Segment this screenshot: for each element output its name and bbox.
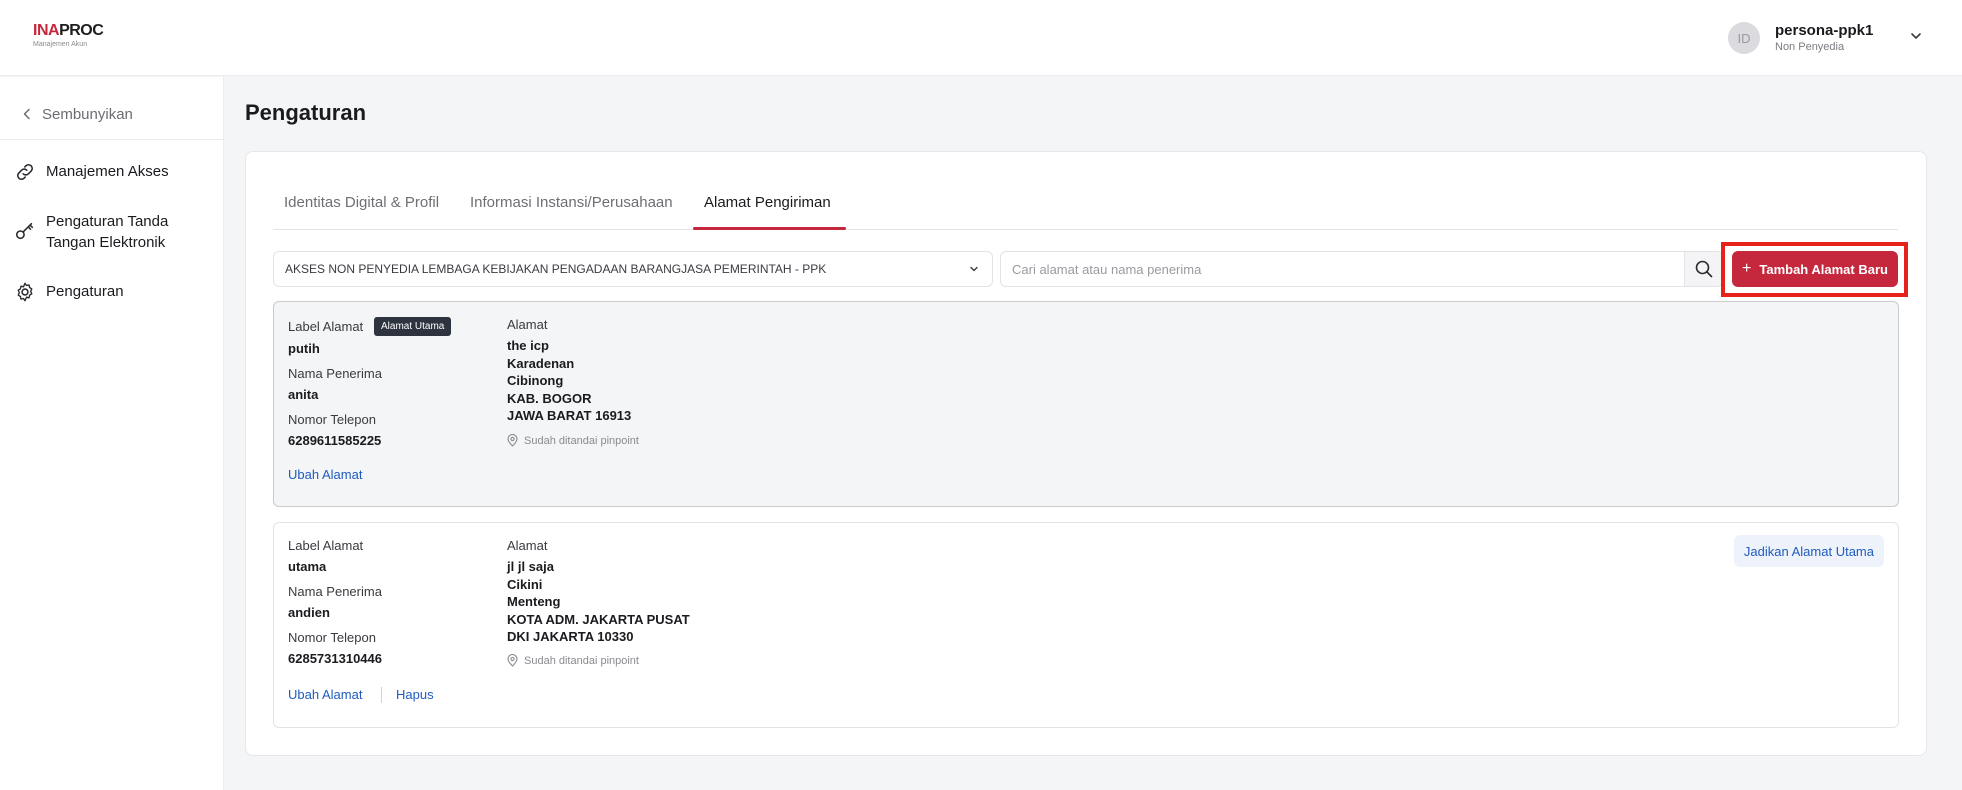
edit-address-link[interactable]: Ubah Alamat [288,467,362,482]
settings-tabs: Identitas Digital & Profil Informasi Ins… [273,190,1898,230]
recipient-value: andien [288,605,330,620]
address-search [1000,251,1723,287]
location-pin-icon [507,434,518,447]
recipient-caption: Nama Penerima [288,584,382,599]
address-line: Cikini [507,576,543,592]
add-address-button[interactable]: + Tambah Alamat Baru [1732,251,1898,287]
address-line: JAWA BARAT 16913 [507,408,632,423]
active-tab-indicator [693,227,846,230]
address-line: the icp [507,338,549,353]
address-line: KOTA ADM. JAKARTA PUSAT [507,611,690,627]
access-select[interactable]: AKSES NON PENYEDIA LEMBAGA KEBIJAKAN PEN… [273,251,993,287]
key-icon [15,222,34,240]
avatar: ID [1728,22,1760,54]
address-line: DKI JAKARTA 10330 [507,629,634,644]
sidebar-hide-label: Sembunyikan [42,105,133,123]
user-name: persona-ppk1 [1775,22,1874,39]
user-menu[interactable]: ID persona-ppk1 Non Penyedia [1728,20,1873,56]
set-primary-address-button[interactable]: Jadikan Alamat Utama [1733,535,1884,567]
sidebar-item-pengaturan[interactable]: Pengaturan [14,281,124,303]
phone-value: 6285731310446 [288,651,382,666]
sidebar: Sembunyikan Manajemen Akses Pengaturan T… [0,77,224,790]
logo-subtitle: Manajemen Akun [33,41,88,48]
plus-icon: + [1742,260,1752,277]
tab-identitas-digital[interactable]: Identitas Digital & Profil [284,190,439,230]
recipient-caption: Nama Penerima [288,366,382,381]
sidebar-item-tanda-tangan[interactable]: Pengaturan Tanda Tangan Elektronik [14,211,194,253]
address-line: Karadenan [507,355,575,371]
logo-text-ina: INA [33,22,60,39]
phone-caption: Nomor Telepon [288,630,376,645]
address-label-value: utama [288,559,327,574]
logo-text-proc: PROC [59,22,104,39]
address-line: Menteng [507,594,561,609]
address-line: Cibinong [507,373,564,388]
sidebar-item-label: Pengaturan Tanda Tangan Elektronik [46,213,169,251]
address-card: Label Alamat utama Nama Penerima andien … [273,522,1899,728]
address-line: jl jl saja [507,559,554,574]
gear-icon [17,282,33,302]
chevron-down-icon [970,266,978,272]
page-title: Pengaturan [245,100,367,125]
edit-address-link[interactable]: Ubah Alamat [288,687,362,702]
link-icon [17,164,33,180]
phone-value: 6289611585225 [288,433,382,448]
address-card-primary: Label Alamat Alamat Utama putih Nama Pen… [273,301,1899,507]
pinpoint-status: Sudah ditandai pinpoint [507,654,639,667]
address-line: KAB. BOGOR [507,390,592,406]
sidebar-hide-button[interactable]: Sembunyikan [22,103,133,125]
delete-address-link[interactable]: Hapus [396,687,434,702]
sidebar-item-label: Pengaturan [46,283,124,300]
phone-caption: Nomor Telepon [288,412,376,427]
chevron-down-icon[interactable] [1908,28,1924,44]
location-pin-icon [507,654,518,667]
label-alamat-caption: Label Alamat [288,319,364,334]
alamat-caption: Alamat [507,538,548,553]
chevron-left-icon [23,108,30,120]
user-role: Non Penyedia [1775,41,1845,53]
sidebar-item-manajemen-akses[interactable]: Manajemen Akses [14,161,169,183]
alamat-caption: Alamat [507,317,548,332]
access-select-value: AKSES NON PENYEDIA LEMBAGA KEBIJAKAN PEN… [285,262,827,276]
top-bar: INAPROC Manajemen Akun ID persona-ppk1 N… [0,0,1962,76]
search-icon [1695,260,1712,278]
tab-alamat-pengiriman[interactable]: Alamat Pengiriman [704,190,831,230]
search-input[interactable] [1001,252,1681,286]
link-divider [381,687,382,703]
pinpoint-status: Sudah ditandai pinpoint [507,434,639,447]
recipient-value: anita [288,387,319,402]
sidebar-item-label: Manajemen Akses [46,163,169,180]
search-button[interactable] [1684,252,1722,286]
address-label-value: putih [288,341,320,356]
inaproc-logo[interactable]: INAPROC Manajemen Akun [33,22,104,49]
label-alamat-caption: Label Alamat [288,538,364,553]
sidebar-divider [0,139,224,140]
tab-informasi-instansi[interactable]: Informasi Instansi/Perusahaan [470,190,673,230]
primary-address-badge: Alamat Utama [374,317,452,336]
